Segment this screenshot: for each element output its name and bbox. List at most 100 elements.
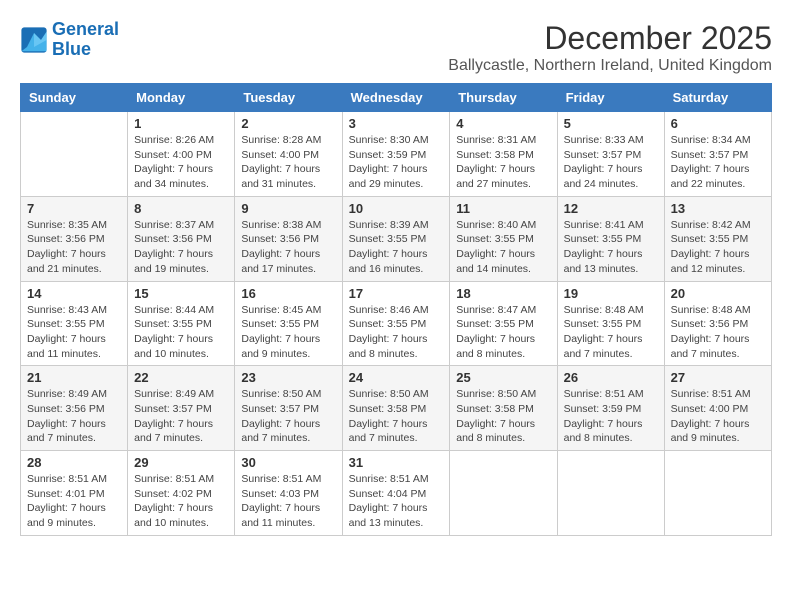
title-section: December 2025 Ballycastle, Northern Irel… bbox=[448, 20, 772, 75]
day-info: Sunrise: 8:31 AMSunset: 3:58 PMDaylight:… bbox=[456, 133, 550, 192]
cell-w4-d5: 25 Sunrise: 8:50 AMSunset: 3:58 PMDaylig… bbox=[450, 366, 557, 451]
cell-w2-d4: 10 Sunrise: 8:39 AMSunset: 3:55 PMDaylig… bbox=[342, 196, 450, 281]
cell-w3-d7: 20 Sunrise: 8:48 AMSunset: 3:56 PMDaylig… bbox=[664, 281, 771, 366]
cell-w2-d6: 12 Sunrise: 8:41 AMSunset: 3:55 PMDaylig… bbox=[557, 196, 664, 281]
col-thursday: Thursday bbox=[450, 84, 557, 112]
day-info: Sunrise: 8:40 AMSunset: 3:55 PMDaylight:… bbox=[456, 218, 550, 277]
cell-w5-d6 bbox=[557, 451, 664, 536]
day-number: 28 bbox=[27, 455, 121, 470]
day-number: 11 bbox=[456, 201, 550, 216]
cell-w3-d4: 17 Sunrise: 8:46 AMSunset: 3:55 PMDaylig… bbox=[342, 281, 450, 366]
day-info: Sunrise: 8:42 AMSunset: 3:55 PMDaylight:… bbox=[671, 218, 765, 277]
col-wednesday: Wednesday bbox=[342, 84, 450, 112]
logo-text: General Blue bbox=[52, 20, 119, 60]
day-number: 2 bbox=[241, 116, 335, 131]
day-info: Sunrise: 8:39 AMSunset: 3:55 PMDaylight:… bbox=[349, 218, 444, 277]
col-tuesday: Tuesday bbox=[235, 84, 342, 112]
day-number: 15 bbox=[134, 286, 228, 301]
day-number: 25 bbox=[456, 370, 550, 385]
day-info: Sunrise: 8:51 AMSunset: 4:01 PMDaylight:… bbox=[27, 472, 121, 531]
cell-w3-d1: 14 Sunrise: 8:43 AMSunset: 3:55 PMDaylig… bbox=[21, 281, 128, 366]
day-info: Sunrise: 8:50 AMSunset: 3:58 PMDaylight:… bbox=[456, 387, 550, 446]
day-info: Sunrise: 8:49 AMSunset: 3:56 PMDaylight:… bbox=[27, 387, 121, 446]
day-info: Sunrise: 8:34 AMSunset: 3:57 PMDaylight:… bbox=[671, 133, 765, 192]
day-info: Sunrise: 8:28 AMSunset: 4:00 PMDaylight:… bbox=[241, 133, 335, 192]
day-number: 3 bbox=[349, 116, 444, 131]
day-info: Sunrise: 8:50 AMSunset: 3:57 PMDaylight:… bbox=[241, 387, 335, 446]
week-row-3: 14 Sunrise: 8:43 AMSunset: 3:55 PMDaylig… bbox=[21, 281, 772, 366]
day-info: Sunrise: 8:51 AMSunset: 4:02 PMDaylight:… bbox=[134, 472, 228, 531]
page-container: General Blue December 2025 Ballycastle, … bbox=[20, 20, 772, 536]
week-row-1: 1 Sunrise: 8:26 AMSunset: 4:00 PMDayligh… bbox=[21, 112, 772, 197]
day-info: Sunrise: 8:26 AMSunset: 4:00 PMDaylight:… bbox=[134, 133, 228, 192]
day-info: Sunrise: 8:44 AMSunset: 3:55 PMDaylight:… bbox=[134, 303, 228, 362]
logo-line2: Blue bbox=[52, 39, 91, 59]
cell-w4-d7: 27 Sunrise: 8:51 AMSunset: 4:00 PMDaylig… bbox=[664, 366, 771, 451]
day-number: 7 bbox=[27, 201, 121, 216]
cell-w1-d2: 1 Sunrise: 8:26 AMSunset: 4:00 PMDayligh… bbox=[128, 112, 235, 197]
cell-w1-d6: 5 Sunrise: 8:33 AMSunset: 3:57 PMDayligh… bbox=[557, 112, 664, 197]
day-number: 19 bbox=[564, 286, 658, 301]
day-number: 30 bbox=[241, 455, 335, 470]
week-row-5: 28 Sunrise: 8:51 AMSunset: 4:01 PMDaylig… bbox=[21, 451, 772, 536]
day-info: Sunrise: 8:50 AMSunset: 3:58 PMDaylight:… bbox=[349, 387, 444, 446]
day-number: 1 bbox=[134, 116, 228, 131]
day-number: 14 bbox=[27, 286, 121, 301]
day-number: 9 bbox=[241, 201, 335, 216]
day-number: 23 bbox=[241, 370, 335, 385]
cell-w4-d4: 24 Sunrise: 8:50 AMSunset: 3:58 PMDaylig… bbox=[342, 366, 450, 451]
cell-w1-d7: 6 Sunrise: 8:34 AMSunset: 3:57 PMDayligh… bbox=[664, 112, 771, 197]
cell-w2-d5: 11 Sunrise: 8:40 AMSunset: 3:55 PMDaylig… bbox=[450, 196, 557, 281]
day-number: 27 bbox=[671, 370, 765, 385]
day-info: Sunrise: 8:30 AMSunset: 3:59 PMDaylight:… bbox=[349, 133, 444, 192]
day-info: Sunrise: 8:49 AMSunset: 3:57 PMDaylight:… bbox=[134, 387, 228, 446]
day-number: 10 bbox=[349, 201, 444, 216]
day-info: Sunrise: 8:45 AMSunset: 3:55 PMDaylight:… bbox=[241, 303, 335, 362]
cell-w3-d3: 16 Sunrise: 8:45 AMSunset: 3:55 PMDaylig… bbox=[235, 281, 342, 366]
day-info: Sunrise: 8:43 AMSunset: 3:55 PMDaylight:… bbox=[27, 303, 121, 362]
col-monday: Monday bbox=[128, 84, 235, 112]
cell-w5-d1: 28 Sunrise: 8:51 AMSunset: 4:01 PMDaylig… bbox=[21, 451, 128, 536]
day-info: Sunrise: 8:33 AMSunset: 3:57 PMDaylight:… bbox=[564, 133, 658, 192]
day-number: 4 bbox=[456, 116, 550, 131]
day-number: 29 bbox=[134, 455, 228, 470]
day-number: 8 bbox=[134, 201, 228, 216]
day-number: 16 bbox=[241, 286, 335, 301]
week-row-4: 21 Sunrise: 8:49 AMSunset: 3:56 PMDaylig… bbox=[21, 366, 772, 451]
day-info: Sunrise: 8:51 AMSunset: 3:59 PMDaylight:… bbox=[564, 387, 658, 446]
day-info: Sunrise: 8:35 AMSunset: 3:56 PMDaylight:… bbox=[27, 218, 121, 277]
calendar-table: Sunday Monday Tuesday Wednesday Thursday… bbox=[20, 83, 772, 536]
day-number: 5 bbox=[564, 116, 658, 131]
day-number: 18 bbox=[456, 286, 550, 301]
month-title: December 2025 bbox=[448, 20, 772, 57]
cell-w5-d3: 30 Sunrise: 8:51 AMSunset: 4:03 PMDaylig… bbox=[235, 451, 342, 536]
header-row: Sunday Monday Tuesday Wednesday Thursday… bbox=[21, 84, 772, 112]
day-number: 24 bbox=[349, 370, 444, 385]
day-number: 6 bbox=[671, 116, 765, 131]
cell-w2-d1: 7 Sunrise: 8:35 AMSunset: 3:56 PMDayligh… bbox=[21, 196, 128, 281]
logo-icon bbox=[20, 26, 48, 54]
location-title: Ballycastle, Northern Ireland, United Ki… bbox=[448, 57, 772, 75]
logo-line1: General bbox=[52, 19, 119, 39]
day-number: 26 bbox=[564, 370, 658, 385]
cell-w4-d3: 23 Sunrise: 8:50 AMSunset: 3:57 PMDaylig… bbox=[235, 366, 342, 451]
day-number: 20 bbox=[671, 286, 765, 301]
day-number: 13 bbox=[671, 201, 765, 216]
day-info: Sunrise: 8:48 AMSunset: 3:55 PMDaylight:… bbox=[564, 303, 658, 362]
cell-w2-d3: 9 Sunrise: 8:38 AMSunset: 3:56 PMDayligh… bbox=[235, 196, 342, 281]
cell-w1-d3: 2 Sunrise: 8:28 AMSunset: 4:00 PMDayligh… bbox=[235, 112, 342, 197]
cell-w5-d7 bbox=[664, 451, 771, 536]
cell-w1-d4: 3 Sunrise: 8:30 AMSunset: 3:59 PMDayligh… bbox=[342, 112, 450, 197]
col-sunday: Sunday bbox=[21, 84, 128, 112]
cell-w5-d2: 29 Sunrise: 8:51 AMSunset: 4:02 PMDaylig… bbox=[128, 451, 235, 536]
day-info: Sunrise: 8:51 AMSunset: 4:04 PMDaylight:… bbox=[349, 472, 444, 531]
day-number: 22 bbox=[134, 370, 228, 385]
day-info: Sunrise: 8:41 AMSunset: 3:55 PMDaylight:… bbox=[564, 218, 658, 277]
col-saturday: Saturday bbox=[664, 84, 771, 112]
week-row-2: 7 Sunrise: 8:35 AMSunset: 3:56 PMDayligh… bbox=[21, 196, 772, 281]
cell-w4-d6: 26 Sunrise: 8:51 AMSunset: 3:59 PMDaylig… bbox=[557, 366, 664, 451]
cell-w3-d2: 15 Sunrise: 8:44 AMSunset: 3:55 PMDaylig… bbox=[128, 281, 235, 366]
cell-w4-d1: 21 Sunrise: 8:49 AMSunset: 3:56 PMDaylig… bbox=[21, 366, 128, 451]
day-info: Sunrise: 8:48 AMSunset: 3:56 PMDaylight:… bbox=[671, 303, 765, 362]
header: General Blue December 2025 Ballycastle, … bbox=[20, 20, 772, 75]
